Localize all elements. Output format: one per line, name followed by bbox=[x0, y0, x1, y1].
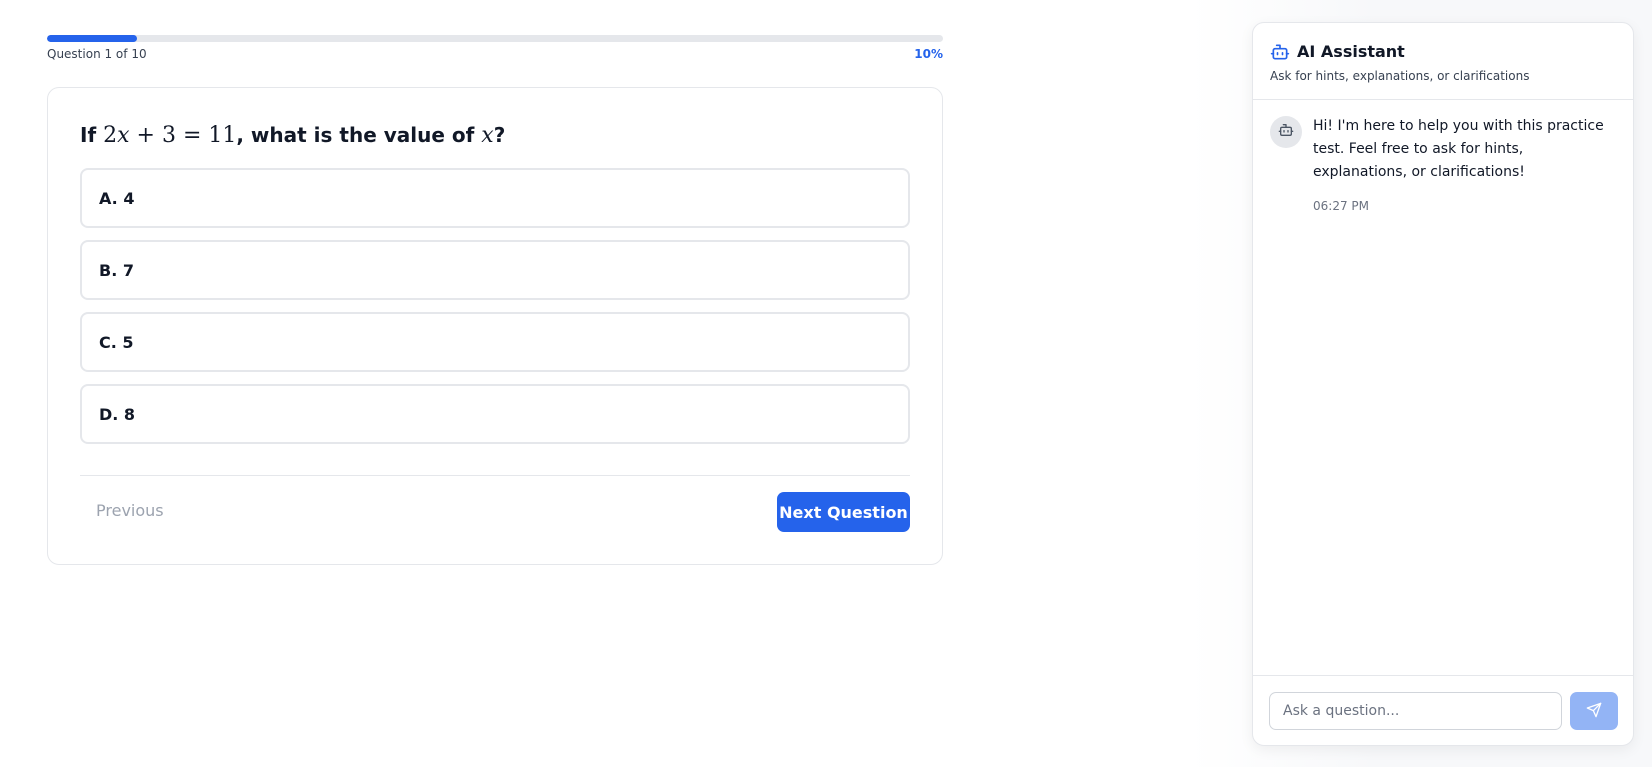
answer-option-d[interactable]: D. 8 bbox=[80, 384, 910, 444]
chat-input[interactable] bbox=[1269, 692, 1562, 730]
question-suffix: ? bbox=[493, 123, 506, 147]
variable-x: x bbox=[481, 123, 494, 148]
equation-variable: x bbox=[117, 123, 130, 148]
assistant-message-text: Hi! I'm here to help you with this pract… bbox=[1313, 118, 1604, 180]
robot-icon bbox=[1278, 122, 1294, 142]
answer-option-b[interactable]: B. 7 bbox=[80, 240, 910, 300]
ai-assistant-panel: AI Assistant Ask for hints, explanations… bbox=[1252, 22, 1634, 746]
assistant-subtitle: Ask for hints, explanations, or clarific… bbox=[1270, 69, 1530, 83]
robot-icon bbox=[1270, 42, 1290, 62]
answer-option-label: A. 4 bbox=[99, 188, 135, 208]
card-divider bbox=[80, 475, 910, 476]
send-icon bbox=[1586, 702, 1602, 721]
previous-button[interactable]: Previous bbox=[96, 492, 164, 528]
question-prefix: If bbox=[80, 123, 104, 147]
progress-bar bbox=[47, 35, 943, 42]
answer-option-a[interactable]: A. 4 bbox=[80, 168, 910, 228]
message-timestamp: 06:27 PM bbox=[1313, 199, 1369, 213]
equation-rest: + 3 = 11 bbox=[129, 123, 237, 148]
next-question-button[interactable]: Next Question bbox=[777, 492, 910, 532]
question-equation: 2x + 3 = 11 bbox=[103, 123, 236, 148]
answer-option-label: D. 8 bbox=[99, 404, 136, 424]
answer-option-label: C. 5 bbox=[99, 332, 134, 352]
progress-bar-fill bbox=[47, 35, 137, 42]
assistant-header: AI Assistant Ask for hints, explanations… bbox=[1253, 23, 1633, 100]
question-middle: , what is the value of bbox=[236, 123, 482, 147]
progress-section: Question 1 of 10 10% bbox=[47, 35, 943, 61]
progress-label: Question 1 of 10 bbox=[47, 47, 147, 61]
question-variable: x bbox=[481, 123, 493, 148]
chat-footer bbox=[1253, 675, 1633, 745]
equation-coefficient: 2 bbox=[103, 123, 118, 148]
question-text: If 2x + 3 = 11, what is the value of x? bbox=[80, 122, 505, 149]
assistant-avatar bbox=[1270, 116, 1302, 148]
send-button[interactable] bbox=[1570, 692, 1618, 730]
progress-percent: 10% bbox=[914, 47, 943, 61]
answer-option-label: B. 7 bbox=[99, 260, 134, 280]
answer-option-c[interactable]: C. 5 bbox=[80, 312, 910, 372]
question-card: If 2x + 3 = 11, what is the value of x? … bbox=[47, 87, 943, 565]
assistant-title: AI Assistant bbox=[1297, 42, 1405, 61]
